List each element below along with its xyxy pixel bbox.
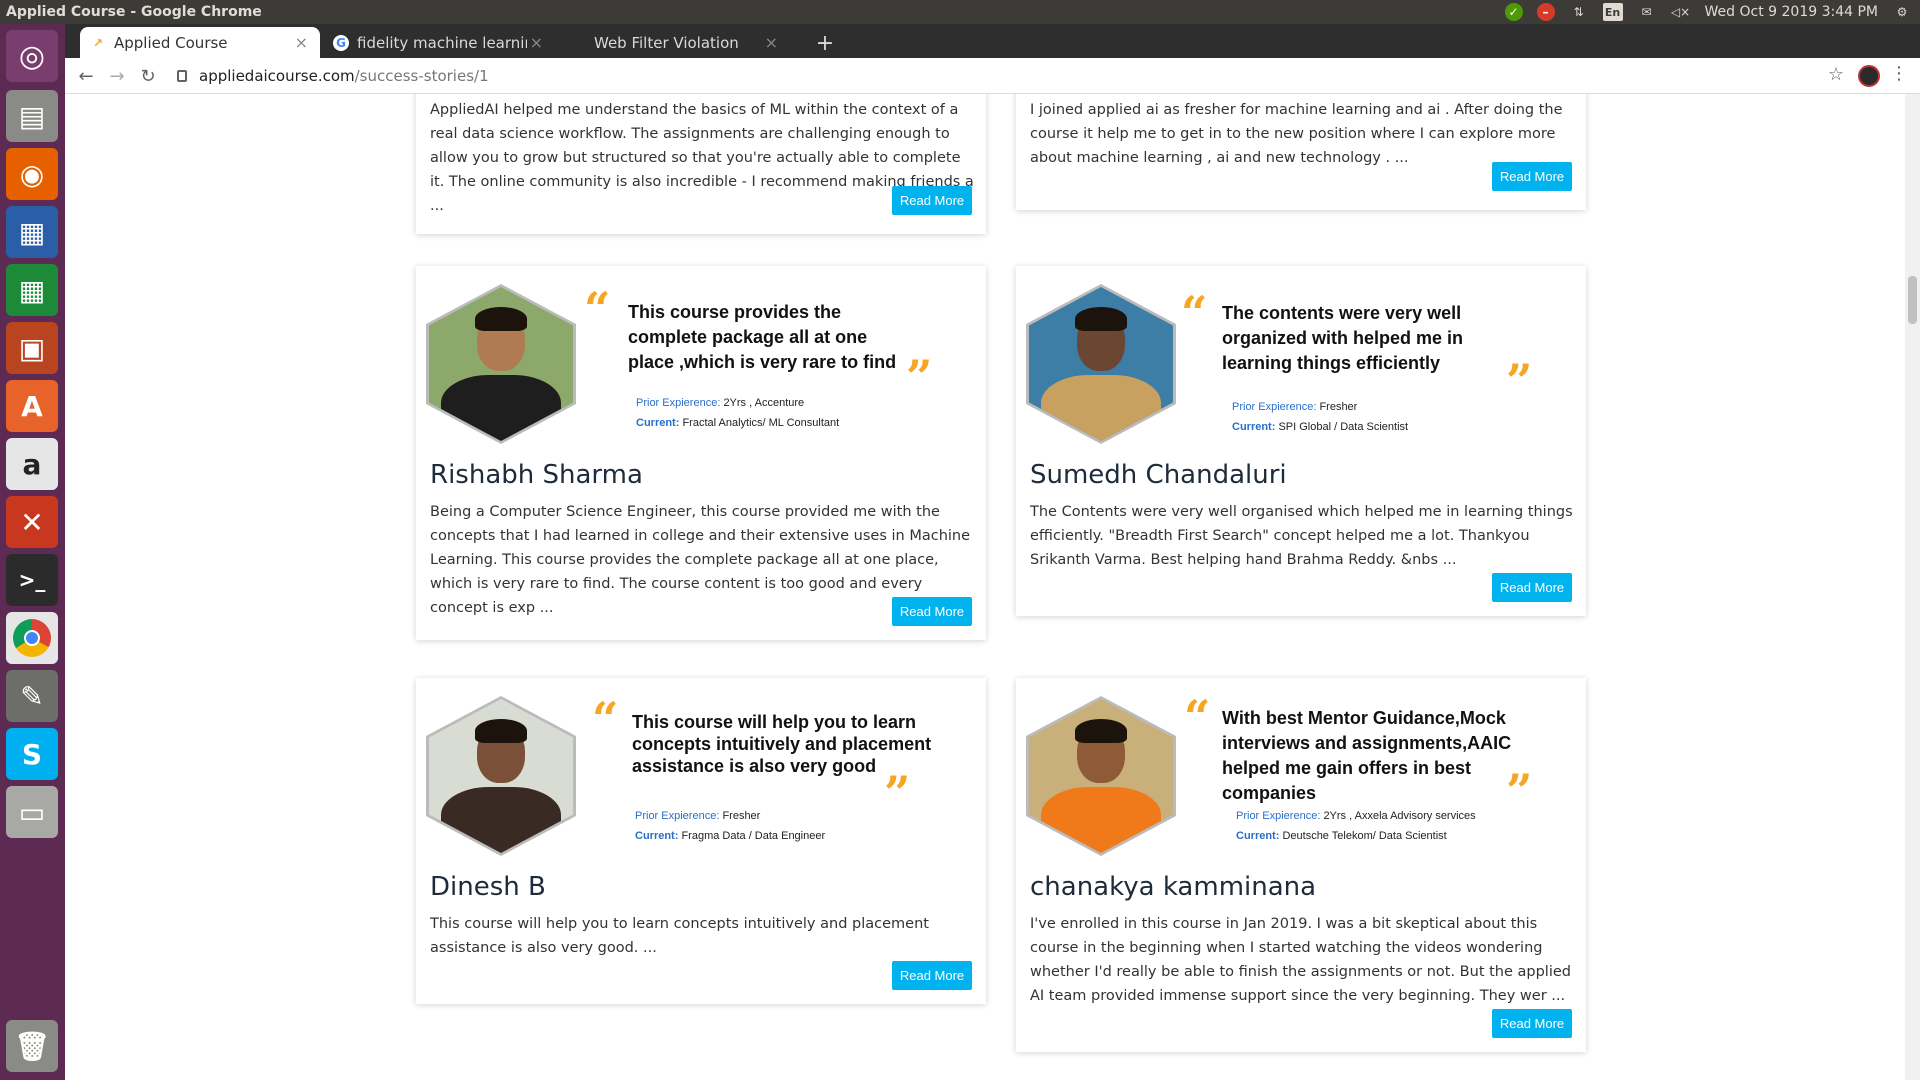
testimonial-quote: With best Mentor Guidance,Mock interview…: [1222, 708, 1512, 803]
story-card-partial-left: AppliedAI helped me understand the basic…: [416, 94, 986, 234]
url-path: /success-stories/1: [354, 67, 489, 85]
read-more-button[interactable]: Read More: [892, 597, 972, 626]
open-quote-icon: “: [592, 692, 619, 746]
blocked-icon[interactable]: –: [1536, 3, 1555, 21]
student-photo: [426, 284, 576, 444]
open-quote-icon: “: [1184, 690, 1211, 744]
forward-icon[interactable]: →: [105, 64, 129, 88]
close-tab-icon[interactable]: ×: [530, 33, 543, 52]
browser-toolbar: ← → ↻ appliedaicourse.com/success-storie…: [65, 58, 1920, 94]
files-icon[interactable]: ▤: [6, 90, 58, 142]
read-more-button[interactable]: Read More: [1492, 573, 1572, 602]
url-host: appliedaicourse.com: [199, 67, 355, 85]
story-excerpt: The Contents were very well organised wh…: [1030, 504, 1573, 568]
scrollbar-thumb[interactable]: [1908, 276, 1917, 324]
close-tab-icon[interactable]: ×: [295, 33, 308, 52]
skype-icon[interactable]: S: [6, 728, 58, 780]
student-name: Rishabh Sharma: [430, 460, 643, 490]
experience-info: Prior Expierence: 2Yrs , Axxela Advisory…: [1236, 810, 1476, 842]
story-excerpt: I joined applied ai as fresher for machi…: [1030, 102, 1563, 166]
applied-course-favicon-icon: ↗: [92, 35, 104, 50]
close-tab-icon[interactable]: ×: [765, 33, 778, 52]
story-card-partial-right: I joined applied ai as fresher for machi…: [1016, 94, 1586, 210]
student-photo: [1026, 284, 1176, 444]
experience-info: Prior Expierence: Fresher Current: Fragm…: [635, 810, 826, 842]
student-name: Dinesh B: [430, 872, 546, 902]
back-icon[interactable]: ←: [74, 64, 98, 88]
mail-icon[interactable]: ✉: [1637, 3, 1657, 21]
close-quote-icon: ”: [906, 350, 933, 404]
story-card-rishabh-sharma: “ This course provides the complete pack…: [416, 266, 986, 640]
trash-icon[interactable]: 🗑: [6, 1020, 58, 1072]
ubuntu-dash-icon[interactable]: ◎: [6, 30, 58, 82]
tab-fidelity-search[interactable]: G fidelity machine learning ×: [323, 27, 555, 58]
writer-icon[interactable]: ▦: [6, 206, 58, 258]
story-excerpt: This course will help you to learn conce…: [430, 916, 929, 956]
close-quote-icon: ”: [1506, 354, 1533, 408]
read-more-button[interactable]: Read More: [1492, 1009, 1572, 1038]
tab-web-filter[interactable]: Web Filter Violation ×: [560, 27, 790, 58]
open-quote-icon: “: [1181, 286, 1208, 340]
network-icon[interactable]: ⇅: [1569, 3, 1589, 21]
story-excerpt: I've enrolled in this course in Jan 2019…: [1030, 916, 1571, 1004]
system-settings-icon[interactable]: ✕: [6, 496, 58, 548]
text-editor-icon[interactable]: ✎: [6, 670, 58, 722]
blank-favicon-icon: [570, 35, 586, 51]
story-card-sumedh-chandaluri: “ The contents were very well organized …: [1016, 266, 1586, 616]
google-favicon-icon: G: [333, 34, 349, 51]
page-viewport: AppliedAI helped me understand the basic…: [65, 94, 1920, 1080]
close-quote-icon: ”: [884, 766, 911, 820]
indicator-area: ✓ – ⇅ En ✉ ◁× Wed Oct 9 2019 3:44 PM ⚙: [1504, 0, 1912, 24]
tab-strip: ↗ Applied Course × G fidelity machine le…: [65, 24, 1920, 58]
reload-icon[interactable]: ↻: [136, 64, 160, 88]
close-quote-icon: ”: [1506, 764, 1533, 818]
impress-icon[interactable]: ▣: [6, 322, 58, 374]
experience-info: Prior Expierence: 2Yrs , Accenture Curre…: [636, 397, 840, 429]
drive-icon[interactable]: ▭: [6, 786, 58, 838]
chrome-menu-icon[interactable]: ⋮: [1890, 63, 1908, 84]
security-status-icon[interactable]: ✓: [1504, 3, 1523, 21]
student-name: Sumedh Chandaluri: [1030, 460, 1287, 490]
new-tab-button[interactable]: +: [810, 28, 840, 58]
read-more-button[interactable]: Read More: [892, 961, 972, 990]
window-title: Applied Course - Google Chrome: [6, 4, 262, 20]
bookmark-star-icon[interactable]: ☆: [1828, 64, 1844, 85]
keyboard-layout-indicator[interactable]: En: [1602, 3, 1623, 21]
software-center-icon[interactable]: A: [6, 380, 58, 432]
experience-info: Prior Expierence: Fresher Current: SPI G…: [1232, 401, 1409, 433]
launcher-sidebar: ◎ ▤ ◉ ▦ ▦ ▣ A a ✕ >_ ✎ S ▭ 🗑: [0, 24, 65, 1080]
read-more-button[interactable]: Read More: [1492, 162, 1572, 191]
testimonial-quote: The contents were very well organized wi…: [1222, 303, 1464, 373]
story-card-chanakya-kamminana: “ With best Mentor Guidance,Mock intervi…: [1016, 678, 1586, 1052]
address-bar[interactable]: appliedaicourse.com/success-stories/1: [177, 63, 489, 89]
profile-avatar[interactable]: [1858, 65, 1880, 87]
clock[interactable]: Wed Oct 9 2019 3:44 PM: [1705, 4, 1878, 20]
student-name: chanakya kamminana: [1030, 872, 1317, 902]
lock-icon: [177, 70, 187, 82]
student-photo: [426, 696, 576, 856]
firefox-icon[interactable]: ◉: [6, 148, 58, 200]
settings-gear-icon[interactable]: ⚙: [1892, 3, 1912, 21]
testimonial-quote: This course provides the complete packag…: [628, 302, 897, 372]
os-top-panel: Applied Course - Google Chrome ✓ – ⇅ En …: [0, 0, 1920, 24]
chrome-icon[interactable]: [6, 612, 58, 664]
story-card-dinesh-b: “ This course will help you to learn con…: [416, 678, 986, 1004]
student-photo: [1026, 696, 1176, 856]
calc-icon[interactable]: ▦: [6, 264, 58, 316]
amazon-icon[interactable]: a: [6, 438, 58, 490]
page-scrollbar[interactable]: [1905, 94, 1920, 1080]
terminal-icon[interactable]: >_: [6, 554, 58, 606]
open-quote-icon: “: [584, 282, 611, 336]
read-more-button[interactable]: Read More: [892, 186, 972, 215]
tab-applied-course[interactable]: ↗ Applied Course ×: [80, 27, 320, 58]
volume-icon[interactable]: ◁×: [1671, 3, 1691, 21]
